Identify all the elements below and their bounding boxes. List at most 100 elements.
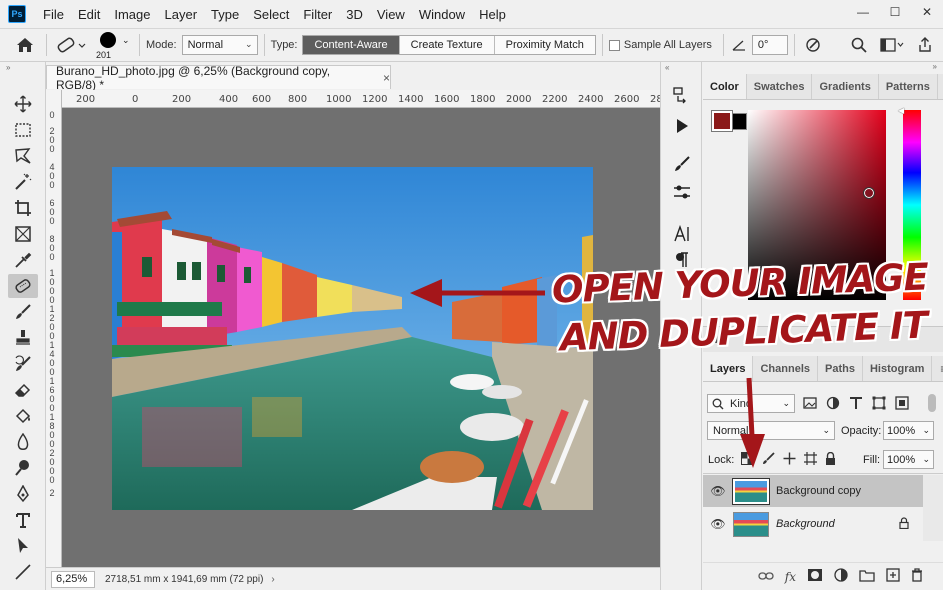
- collapse-icon[interactable]: »: [6, 63, 10, 72]
- menu-filter[interactable]: Filter: [296, 7, 339, 22]
- tab-swatches[interactable]: Swatches: [747, 74, 813, 99]
- pen-tool-icon[interactable]: [8, 482, 38, 506]
- create-texture-button[interactable]: Create Texture: [399, 36, 495, 54]
- menu-help[interactable]: Help: [472, 7, 513, 22]
- frame-tool-icon[interactable]: [8, 222, 38, 246]
- menu-edit[interactable]: Edit: [71, 7, 107, 22]
- fill-field[interactable]: 100% ⌄: [883, 450, 934, 469]
- filter-toggle[interactable]: [928, 394, 936, 412]
- play-actions-icon[interactable]: [670, 114, 694, 138]
- history-icon[interactable]: [670, 84, 694, 108]
- hue-slider-handle[interactable]: ◀: [898, 106, 904, 115]
- character-panel-icon[interactable]: [670, 222, 694, 246]
- smart-object-filter-icon[interactable]: [895, 396, 909, 413]
- chevron-right-icon[interactable]: ›: [271, 574, 274, 585]
- adjustment-layer-icon[interactable]: [834, 568, 848, 585]
- menu-3d[interactable]: 3D: [339, 7, 370, 22]
- tab-gradients[interactable]: Gradients: [812, 74, 879, 99]
- pixel-filter-icon[interactable]: [803, 396, 817, 413]
- layer-row-background[interactable]: 👁 Background: [703, 508, 923, 540]
- type-tool-icon[interactable]: [8, 508, 38, 532]
- menu-layer[interactable]: Layer: [158, 7, 205, 22]
- lock-artboard-icon[interactable]: [804, 452, 817, 468]
- dodge-tool-icon[interactable]: [8, 456, 38, 480]
- content-aware-button[interactable]: Content-Aware: [303, 36, 400, 54]
- shape-filter-icon[interactable]: [872, 396, 886, 413]
- close-tab-icon[interactable]: ×: [383, 71, 390, 85]
- menu-view[interactable]: View: [370, 7, 412, 22]
- lock-image-pixels-icon[interactable]: [762, 452, 775, 468]
- eraser-tool-icon[interactable]: [8, 378, 38, 402]
- spot-healing-brush-tool-icon[interactable]: [8, 274, 38, 298]
- document-tab[interactable]: Burano_HD_photo.jpg @ 6,25% (Background …: [46, 64, 391, 92]
- angle-input[interactable]: 0°: [751, 35, 788, 55]
- tab-color[interactable]: Color: [703, 74, 747, 99]
- maximize-button[interactable]: ☐: [879, 0, 911, 24]
- lock-all-icon[interactable]: [825, 451, 836, 468]
- adjustments-icon[interactable]: [670, 180, 694, 204]
- close-button[interactable]: ✕: [911, 0, 943, 24]
- opacity-field[interactable]: 100% ⌄: [883, 421, 934, 440]
- proximity-match-button[interactable]: Proximity Match: [494, 36, 595, 54]
- history-brush-tool-icon[interactable]: [8, 352, 38, 376]
- type-filter-icon[interactable]: [849, 396, 863, 413]
- magic-wand-tool-icon[interactable]: [8, 170, 38, 194]
- zoom-field[interactable]: 6,25%: [51, 570, 95, 588]
- panel-menu-icon[interactable]: ≡: [938, 74, 943, 99]
- search-icon[interactable]: [849, 35, 869, 55]
- share-icon[interactable]: [915, 35, 935, 55]
- adjustment-filter-icon[interactable]: [826, 396, 840, 413]
- lock-position-icon[interactable]: [783, 452, 796, 468]
- add-mask-icon[interactable]: [807, 568, 823, 585]
- color-picker-marker[interactable]: [863, 187, 875, 199]
- blend-mode-select[interactable]: Normal ⌄: [707, 421, 835, 440]
- panel-menu-icon[interactable]: ≡: [932, 356, 943, 381]
- lasso-tool-icon[interactable]: [8, 144, 38, 168]
- home-icon[interactable]: [10, 37, 40, 53]
- marquee-tool-icon[interactable]: [8, 118, 38, 142]
- clone-stamp-tool-icon[interactable]: [8, 326, 38, 350]
- move-tool-icon[interactable]: [8, 92, 38, 116]
- background-color-swatch[interactable]: [730, 113, 747, 130]
- delete-layer-icon[interactable]: [911, 568, 923, 585]
- brush-size-picker[interactable]: 201 ⌄: [95, 30, 133, 60]
- menu-type[interactable]: Type: [204, 7, 246, 22]
- tab-layers[interactable]: Layers: [703, 356, 754, 381]
- layer-style-fx-icon[interactable]: fx: [785, 570, 796, 584]
- eyedropper-tool-icon[interactable]: [8, 248, 38, 272]
- blur-tool-icon[interactable]: [8, 430, 38, 454]
- divider: [722, 34, 724, 56]
- lock-transparent-pixels-icon[interactable]: [741, 452, 754, 468]
- sample-all-layers-checkbox[interactable]: [608, 39, 620, 51]
- pressure-size-icon[interactable]: [801, 37, 825, 53]
- paint-bucket-tool-icon[interactable]: [8, 404, 38, 428]
- spot-healing-tool-preset-icon[interactable]: [53, 36, 89, 54]
- tab-patterns[interactable]: Patterns: [879, 74, 938, 99]
- collapse-icon[interactable]: «: [665, 63, 669, 72]
- tab-channels[interactable]: Channels: [753, 356, 818, 381]
- visibility-eye-icon[interactable]: 👁: [703, 484, 733, 498]
- new-group-icon[interactable]: [859, 569, 875, 585]
- menu-image[interactable]: Image: [107, 7, 157, 22]
- brush-tool-icon[interactable]: [8, 300, 38, 324]
- layer-filter-kind-select[interactable]: Kind ⌄: [707, 394, 795, 413]
- layer-row-background-copy[interactable]: 👁 Background copy: [703, 475, 923, 507]
- tab-histogram[interactable]: Histogram: [863, 356, 933, 381]
- visibility-eye-icon[interactable]: 👁: [703, 517, 733, 531]
- path-selection-tool-icon[interactable]: [8, 534, 38, 558]
- menu-window[interactable]: Window: [412, 7, 472, 22]
- layers-scrollbar[interactable]: [923, 475, 943, 541]
- workspace-icon[interactable]: [879, 35, 905, 55]
- mode-select[interactable]: Normal ⌄: [181, 35, 258, 55]
- crop-tool-icon[interactable]: [8, 196, 38, 220]
- new-layer-icon[interactable]: [886, 568, 900, 585]
- foreground-color-swatch[interactable]: [711, 110, 733, 132]
- collapse-icon[interactable]: »: [703, 62, 943, 74]
- menu-file[interactable]: File: [36, 7, 71, 22]
- minimize-button[interactable]: —: [847, 0, 879, 24]
- brush-settings-icon[interactable]: [670, 152, 694, 176]
- link-layers-icon[interactable]: [758, 569, 774, 584]
- menu-select[interactable]: Select: [246, 7, 296, 22]
- line-tool-icon[interactable]: [8, 560, 38, 584]
- tab-paths[interactable]: Paths: [818, 356, 863, 381]
